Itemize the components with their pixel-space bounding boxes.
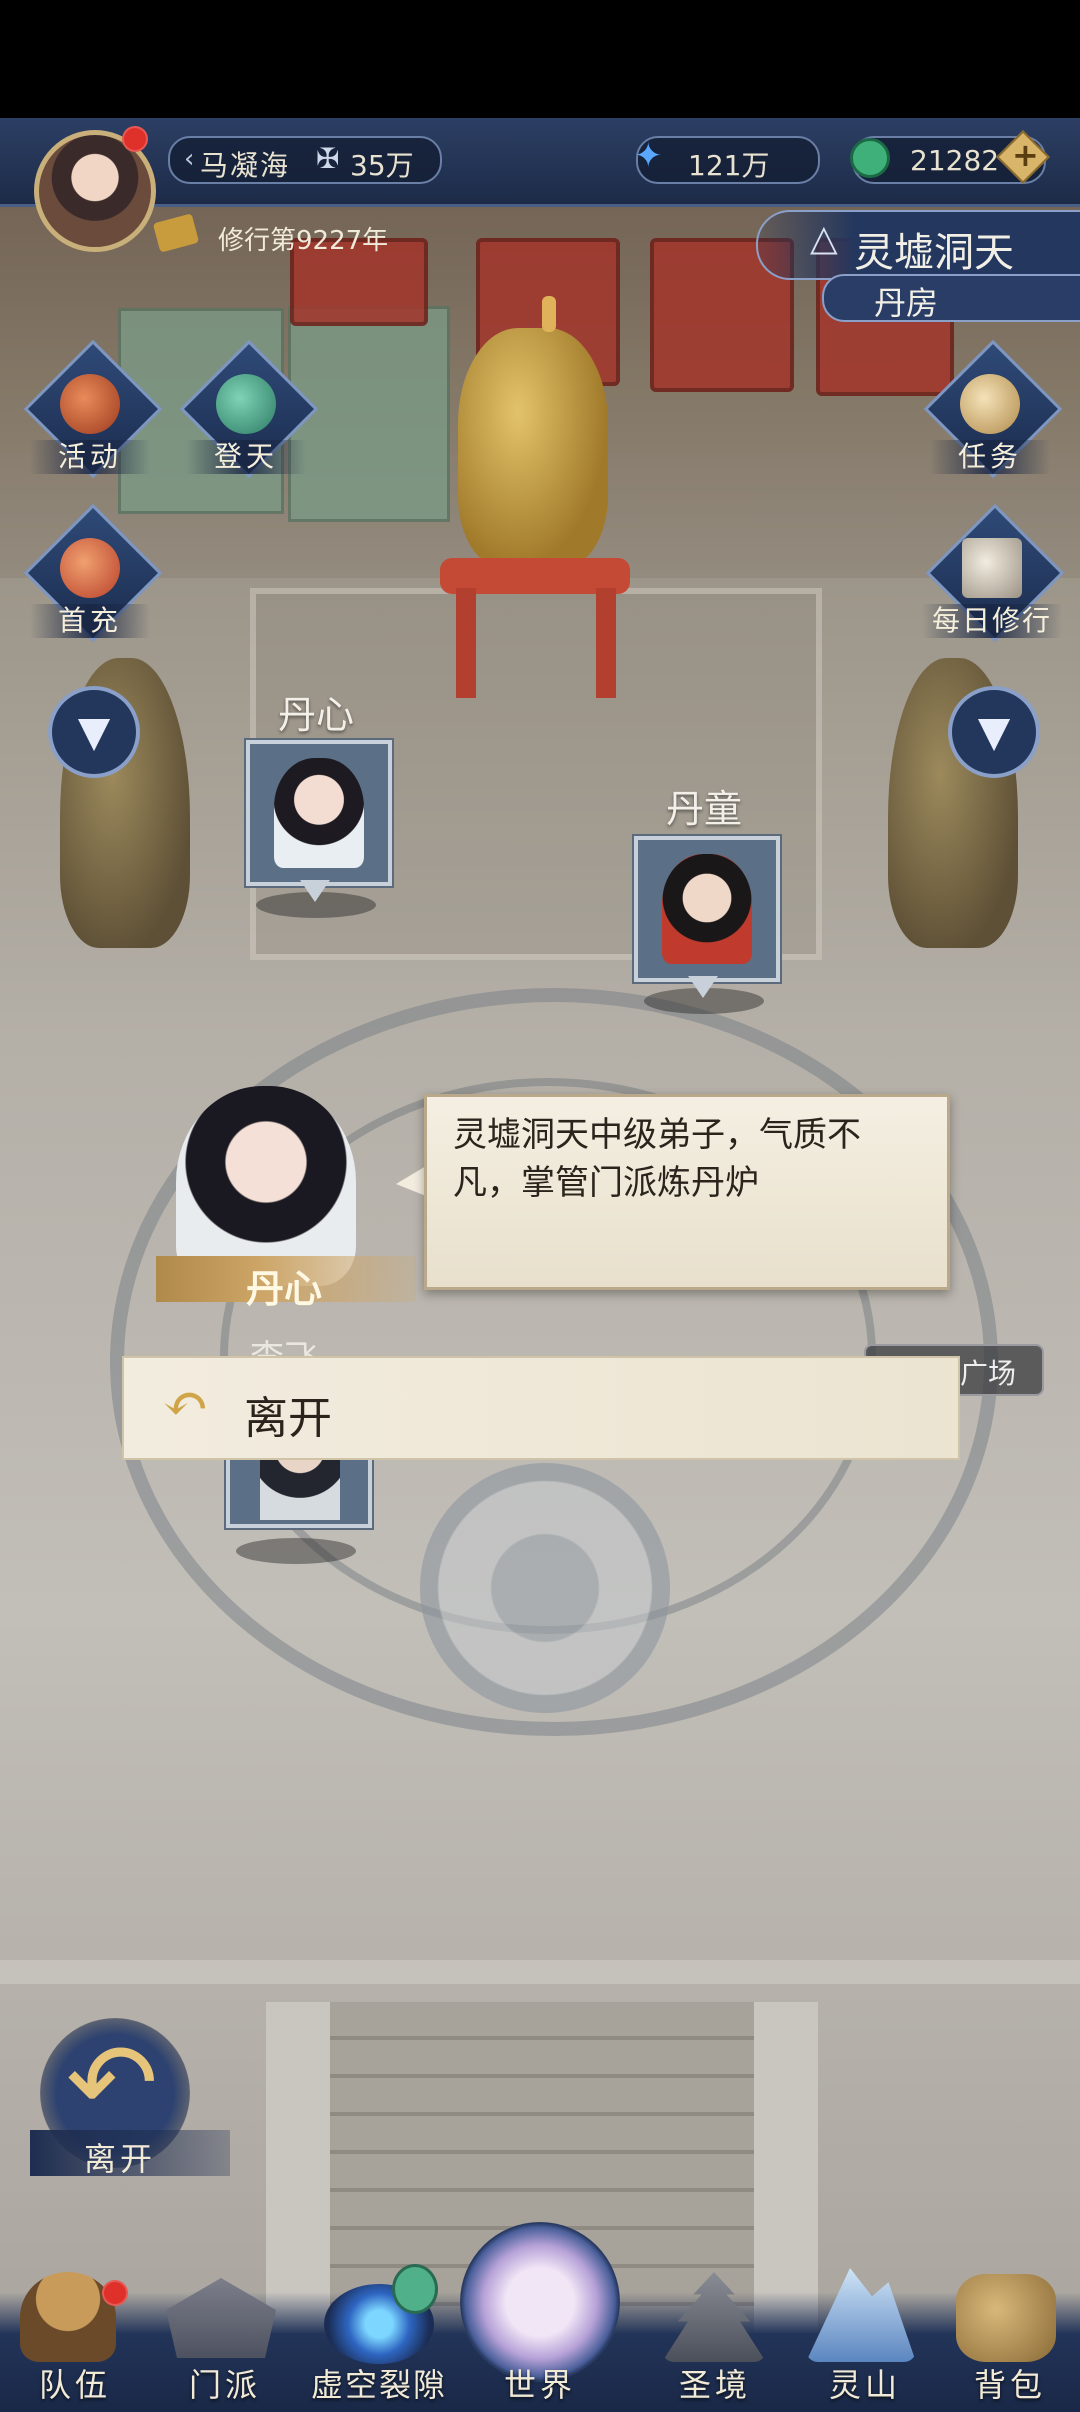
- nav-team[interactable]: 队伍: [0, 2264, 150, 2412]
- chevron-down-icon: ▼: [977, 707, 1011, 756]
- crystal-currency[interactable]: ✦ 121万: [634, 136, 820, 184]
- npc-face: [274, 758, 364, 868]
- nav-label: 灵山: [828, 2366, 901, 2404]
- npc-name-danxin: 丹心: [277, 693, 354, 737]
- notification-dot: [102, 2280, 128, 2306]
- npc-portrait-dantong[interactable]: [634, 836, 780, 982]
- player-info-pill: ‹ 马凝海 ✠ 35万: [168, 136, 442, 184]
- speaker-name-bar: 丹心: [156, 1256, 416, 1311]
- side-button-ascend[interactable]: 登天: [179, 339, 319, 479]
- world-orb-icon: [460, 2222, 620, 2382]
- side-button-quests[interactable]: 任务: [923, 339, 1063, 479]
- area-sign-text: 广场: [960, 1357, 1017, 1390]
- compass-icon: △: [810, 218, 838, 259]
- nav-spirit-mountain[interactable]: 灵山: [790, 2264, 940, 2412]
- stand-leg: [456, 588, 476, 698]
- yin-yang-symbol: [420, 1463, 670, 1713]
- dialog-box: 灵墟洞天中级弟子，气质不凡，掌管门派炼丹炉: [424, 1094, 950, 1290]
- floor-edge: [0, 1960, 1080, 1984]
- jade-amount: 21282: [910, 144, 1000, 177]
- return-arrow-icon: ↶: [162, 1372, 209, 1437]
- room-plaque: 丹房: [822, 274, 1080, 322]
- dialog-option-leave[interactable]: ↶ 离开: [122, 1356, 960, 1460]
- npc-portrait-danxin[interactable]: [246, 740, 392, 886]
- speaker-name: 丹心: [246, 1266, 323, 1311]
- nav-sect[interactable]: 门派: [150, 2264, 300, 2412]
- jade-coin-icon: [850, 138, 890, 178]
- combat-power-value: 35万: [350, 149, 414, 182]
- mountain-icon: [806, 2268, 916, 2362]
- side-button-first-recharge[interactable]: 首充: [23, 503, 163, 643]
- crystal-amount: 121万: [688, 149, 770, 182]
- notification-dot: [122, 126, 148, 152]
- npc-name-dantong: 丹童: [665, 787, 742, 831]
- combat-power-icon: ✠: [316, 142, 340, 175]
- location-plaque[interactable]: △ 灵墟洞天: [756, 210, 1080, 280]
- plus-icon: +: [1012, 136, 1039, 174]
- nav-holy-realm[interactable]: 圣境: [640, 2264, 790, 2412]
- alchemy-furnace: [458, 328, 608, 568]
- furnace-knob: [542, 296, 556, 332]
- npc-name-lifei-partial: 李飞: [250, 1330, 318, 1356]
- stand-leg: [596, 588, 616, 698]
- lock-badge-icon: [392, 2264, 438, 2314]
- nav-label: 队伍: [38, 2366, 111, 2404]
- side-button-label: 登天: [186, 440, 306, 474]
- nav-label: 圣境: [678, 2366, 751, 2404]
- leave-label-bar: 离开: [30, 2130, 230, 2178]
- dialog-option-label: 离开: [244, 1393, 332, 1444]
- nav-label: 虚空裂隙: [310, 2366, 447, 2404]
- side-button-label: 活动: [30, 440, 150, 474]
- money-pouch-icon: [60, 538, 120, 598]
- jade-herb-icon: [216, 374, 276, 434]
- gift-bag-icon: [60, 374, 120, 434]
- side-button-label: 任务: [930, 440, 1050, 474]
- bag-icon: [956, 2274, 1056, 2362]
- sect-name: 灵墟洞天: [854, 230, 1014, 276]
- dialog-text: 灵墟洞天中级弟子，气质不凡，掌管门派炼丹炉: [453, 1115, 861, 1203]
- jade-currency[interactable]: 21282 +: [850, 130, 1050, 184]
- nav-label: 门派: [188, 2366, 261, 2404]
- npc-face: [662, 854, 752, 964]
- side-button-daily-cultivation[interactable]: 每日修行: [922, 503, 1065, 643]
- leave-label: 离开: [84, 2140, 157, 2178]
- vip-badge-right[interactable]: ▼: [948, 686, 1040, 778]
- nav-world[interactable]: 世界: [448, 2222, 632, 2412]
- player-name: 马凝海: [200, 149, 291, 182]
- cultivation-year: 修行第9227年: [218, 226, 389, 256]
- room-name: 丹房: [874, 284, 939, 322]
- npc-shadow: [236, 1538, 356, 1564]
- back-arrow-icon: ↶: [66, 2019, 159, 2147]
- side-button-label: 首充: [30, 604, 150, 638]
- pagoda-icon: [662, 2272, 766, 2362]
- top-status-bar: ‹ 马凝海 ✠ 35万 ✦ 121万 21282 +: [0, 118, 1080, 207]
- hat-icon: [20, 2272, 116, 2362]
- vip-badge-left[interactable]: ▼: [48, 686, 140, 778]
- book-icon: [962, 538, 1022, 598]
- nav-void-rift[interactable]: 虚空裂隙: [294, 2264, 464, 2412]
- nav-label: 背包: [973, 2366, 1046, 2404]
- temple-icon: [166, 2278, 276, 2358]
- chevron-left-icon: ‹: [184, 144, 195, 174]
- scroll-bundle-icon: [960, 374, 1020, 434]
- nav-label: 世界: [503, 2366, 576, 2404]
- chevron-down-icon: ▼: [77, 707, 111, 756]
- crystal-icon: ✦: [634, 136, 663, 176]
- side-button-activity[interactable]: 活动: [23, 339, 163, 479]
- side-button-label: 每日修行: [922, 604, 1062, 638]
- nav-backpack[interactable]: 背包: [940, 2264, 1080, 2412]
